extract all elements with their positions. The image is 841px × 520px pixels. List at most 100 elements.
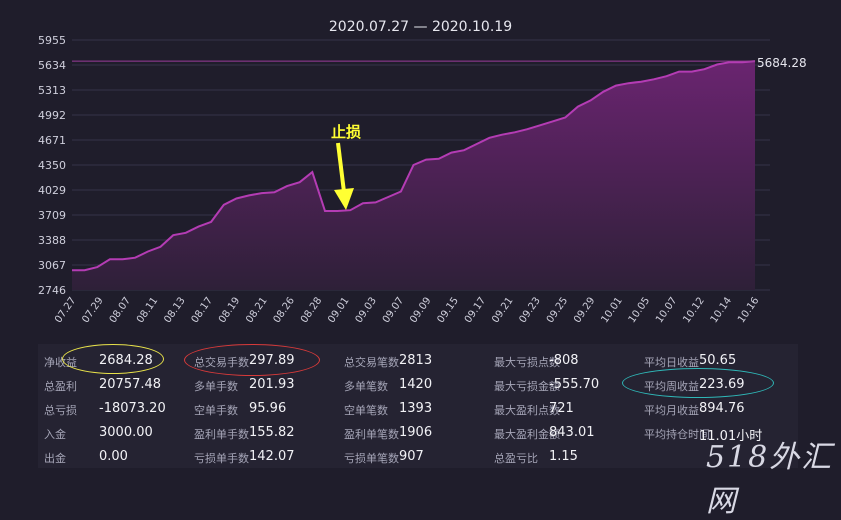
stat-item: 多单笔数 1420 (344, 377, 432, 394)
stat-value: 3000.00 (99, 425, 153, 440)
x-tick-label: 08.17 (190, 295, 215, 325)
x-tick-label: 09.21 (490, 295, 515, 325)
x-tick-label: 09.15 (435, 295, 460, 325)
x-tick-label: 09.07 (381, 295, 406, 325)
stat-item: 空单笔数 1393 (344, 401, 432, 418)
stat-item: 总盈亏比 1.15 (494, 449, 578, 466)
x-tick-label: 08.07 (108, 295, 133, 325)
stat-label: 总交易笔数 (344, 356, 399, 369)
x-tick-label: 09.09 (408, 295, 433, 325)
highlight-net-profit (62, 344, 164, 374)
stat-label: 盈利单手数 (194, 428, 249, 441)
stat-item: 总交易笔数 2813 (344, 353, 432, 370)
stat-item: 总盈利 20757.48 (44, 377, 161, 394)
stat-value: 142.07 (249, 449, 295, 464)
y-tick-label: 2746 (38, 284, 66, 297)
stat-label: 出金 (44, 452, 66, 465)
x-tick-label: 07.29 (80, 295, 105, 325)
stat-item: 最大盈利点数 721 (494, 401, 574, 418)
x-tick-label: 08.11 (135, 295, 160, 325)
x-tick-label: 08.21 (244, 295, 269, 325)
stat-item: 最大亏损金额 -555.70 (494, 377, 599, 394)
stat-value: 1393 (399, 401, 433, 416)
y-tick-label: 5634 (38, 59, 66, 72)
equity-chart: 2746 3067 3388 3709 4029 4350 4671 4992 5313 5634… (38, 34, 770, 325)
stat-item: 盈利单手数 155.82 (194, 425, 295, 442)
stat-value: 95.96 (249, 401, 287, 416)
stat-label: 总亏损 (44, 404, 77, 417)
stat-item: 总亏损 -18073.20 (44, 401, 166, 418)
x-tick-label: 10.05 (627, 295, 652, 325)
highlight-weekly-avg (622, 368, 774, 398)
stat-label: 多单手数 (194, 380, 238, 393)
x-tick-label: 10.12 (681, 295, 706, 325)
stat-label: 亏损单笔数 (344, 452, 399, 465)
y-tick-label: 3709 (38, 209, 66, 222)
stat-value: -18073.20 (99, 401, 166, 416)
stat-value: 2813 (399, 353, 433, 368)
y-tick-label: 4671 (38, 134, 66, 147)
x-tick-label: 07.27 (53, 295, 78, 325)
stat-label: 多单笔数 (344, 380, 388, 393)
x-tick-label: 10.01 (599, 295, 624, 325)
stat-item: 入金 3000.00 (44, 425, 153, 442)
y-tick-label: 4992 (38, 109, 66, 122)
stat-item: 亏损单笔数 907 (344, 449, 424, 466)
stat-item: 平均持仓时间 11.01小时 (644, 426, 762, 444)
stat-label: 亏损单手数 (194, 452, 249, 465)
last-value-label: 5684.28 (757, 56, 807, 70)
x-tick-label: 08.13 (162, 295, 187, 325)
stat-value: 0.00 (99, 449, 128, 464)
stat-item: 亏损单手数 142.07 (194, 449, 295, 466)
x-tick-label: 10.16 (736, 295, 761, 325)
stat-value: 894.76 (699, 401, 745, 416)
stat-item: 平均月收益 894.76 (644, 401, 745, 418)
x-tick-label: 08.26 (272, 295, 297, 325)
y-tick-label: 4029 (38, 184, 66, 197)
stat-label: 入金 (44, 428, 66, 441)
x-tick-label: 10.14 (709, 295, 734, 325)
stat-value: 155.82 (249, 425, 295, 440)
stat-value: 50.65 (699, 353, 737, 368)
y-tick-label: 4350 (38, 159, 66, 172)
x-tick-label: 09.03 (354, 295, 379, 325)
stat-label: 平均月收益 (644, 404, 699, 417)
x-tick-label: 09.29 (572, 295, 597, 325)
stat-item: 多单手数 201.93 (194, 377, 295, 394)
stat-label: 总盈亏比 (494, 452, 538, 465)
stat-value: 907 (399, 449, 424, 464)
x-tick-label: 08.19 (217, 295, 242, 325)
stat-item: 最大盈利金额 843.01 (494, 425, 595, 442)
stop-loss-annotation: 止损 (331, 123, 362, 141)
chart-title: 2020.07.27 — 2020.10.19 (328, 19, 513, 35)
x-tick-label: 10.07 (654, 295, 679, 325)
stat-value: 201.93 (249, 377, 295, 392)
x-tick-label: 09.01 (326, 295, 351, 325)
stat-value: 1420 (399, 377, 433, 392)
equity-area (72, 61, 755, 290)
watermark: 518外汇网 (706, 440, 834, 519)
stat-label: 空单笔数 (344, 404, 388, 417)
stat-value: 843.01 (549, 425, 595, 440)
stat-value: 721 (549, 401, 574, 416)
y-tick-label: 3067 (38, 259, 66, 272)
stat-value: -808 (549, 353, 579, 368)
y-tick-label: 3388 (38, 234, 66, 247)
stat-item: 空单手数 95.96 (194, 401, 286, 418)
stat-label: 平均日收益 (644, 356, 699, 369)
highlight-total-lots (184, 344, 320, 376)
stat-label: 盈利单笔数 (344, 428, 399, 441)
y-tick-label: 5313 (38, 84, 66, 97)
stat-item: 出金 0.00 (44, 449, 128, 466)
stat-value: -555.70 (549, 377, 600, 392)
stat-label: 空单手数 (194, 404, 238, 417)
stat-label: 总盈利 (44, 380, 77, 393)
x-tick-label: 09.17 (463, 295, 488, 325)
stat-value: 20757.48 (99, 377, 162, 392)
stat-item: 最大亏损点数 -808 (494, 353, 579, 370)
x-tick-label: 09.25 (545, 295, 570, 325)
y-tick-label: 5955 (38, 34, 66, 47)
stat-item: 盈利单笔数 1906 (344, 425, 432, 442)
x-tick-label: 08.28 (299, 295, 324, 325)
stat-value: 1.15 (549, 449, 578, 464)
